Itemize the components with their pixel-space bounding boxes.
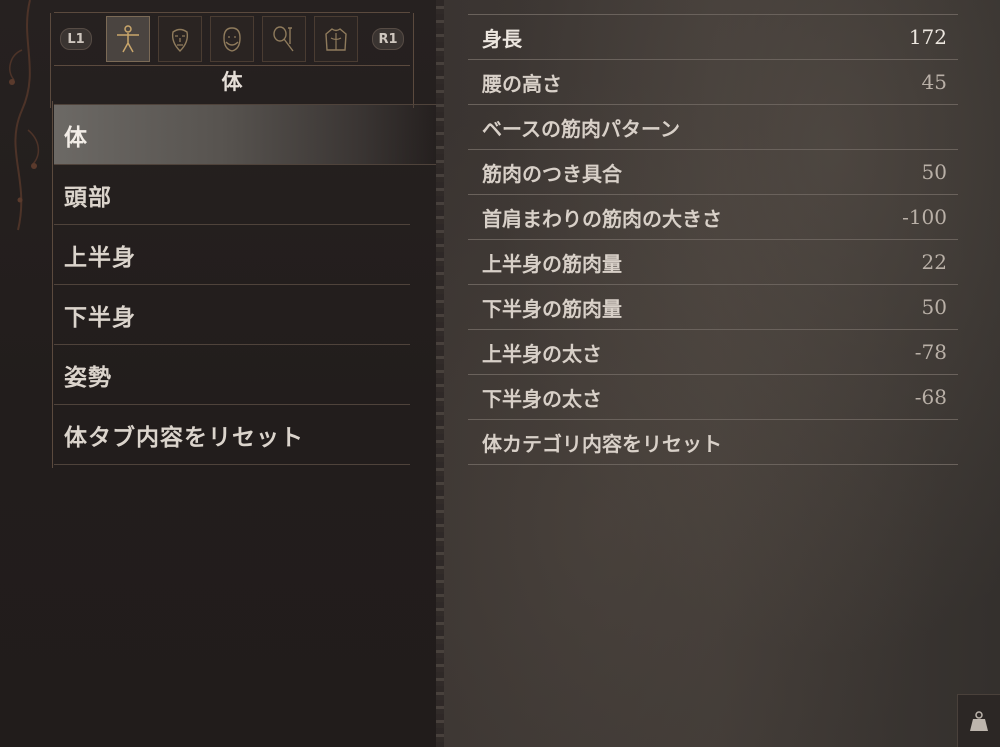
param-value: 172 [908, 25, 947, 49]
list-edge-line [52, 161, 53, 228]
param-value: -100 [902, 205, 947, 229]
torso-icon [325, 28, 347, 51]
category-item-body[interactable]: 体 [52, 101, 436, 168]
param-row-reset-category[interactable]: 体カテゴリ内容をリセット [468, 420, 958, 465]
param-value: 50 [921, 160, 947, 184]
param-row-lower-body-thickness[interactable]: 下半身の太さ -68 [468, 375, 958, 420]
param-row-waist-height[interactable]: 腰の高さ 45 [468, 60, 958, 105]
torn-paper-edge [436, 0, 444, 747]
param-name: 腰の高さ [482, 71, 562, 96]
category-title: 体 [221, 69, 243, 94]
category-label: 頭部 [64, 183, 112, 211]
param-row-height[interactable]: 身長 172 [468, 15, 958, 60]
list-edge-line [52, 101, 53, 168]
category-label: 上半身 [64, 243, 136, 271]
parameter-pane: 身長 172 腰の高さ 45 ベースの筋肉パターン 筋肉のつき具合 50 首肩ま… [436, 0, 1000, 747]
param-name: 体カテゴリ内容をリセット [482, 431, 722, 456]
list-edge-line [52, 341, 53, 408]
param-name: 上半身の筋肉量 [482, 251, 622, 276]
param-value: 50 [921, 295, 947, 319]
category-label: 下半身 [64, 303, 136, 331]
weight-icon [970, 711, 988, 731]
param-row-base-muscle-pattern[interactable]: ベースの筋肉パターン [468, 105, 958, 150]
r1-button[interactable]: R1 [372, 28, 404, 50]
param-name: 下半身の筋肉量 [482, 296, 622, 321]
param-name: 身長 [482, 26, 522, 51]
param-row-upper-body-muscle[interactable]: 上半身の筋肉量 22 [468, 240, 958, 285]
category-pane: L1 R1 体 体 頭部 上半身 下半身 姿勢 体タブ内容をリセット [0, 0, 440, 747]
param-value: 45 [921, 70, 947, 94]
tab-head[interactable] [210, 16, 254, 62]
body-figure-icon [117, 25, 139, 53]
list-edge-line [52, 401, 53, 468]
face-icon [171, 28, 189, 52]
param-name: 下半身の太さ [482, 386, 602, 411]
category-label: 体タブ内容をリセット [64, 423, 304, 451]
param-name: 上半身の太さ [482, 341, 602, 366]
category-item-reset-tab[interactable]: 体タブ内容をリセット [52, 401, 410, 468]
param-name: 首肩まわりの筋肉の大きさ [482, 206, 722, 231]
vine-ornament [9, 0, 40, 231]
list-edge-line [52, 281, 53, 348]
category-item-head[interactable]: 頭部 [52, 161, 410, 228]
tab-makeup[interactable] [262, 16, 306, 62]
makeup-tools-icon [273, 26, 294, 52]
list-edge-line [52, 221, 53, 288]
param-row-lower-body-muscle[interactable]: 下半身の筋肉量 50 [468, 285, 958, 330]
category-item-lower-body[interactable]: 下半身 [52, 281, 410, 348]
param-value: 22 [921, 250, 947, 274]
category-label: 姿勢 [64, 363, 112, 391]
category-item-posture[interactable]: 姿勢 [52, 341, 410, 408]
param-row-muscle-definition[interactable]: 筋肉のつき具合 50 [468, 150, 958, 195]
param-row-neck-shoulder-muscle[interactable]: 首肩まわりの筋肉の大きさ -100 [468, 195, 958, 240]
param-name: ベースの筋肉パターン [482, 116, 680, 141]
param-row-upper-body-thickness[interactable]: 上半身の太さ -78 [468, 330, 958, 375]
tab-face[interactable] [158, 16, 202, 62]
tab-bar: L1 R1 [50, 12, 414, 108]
tab-body[interactable] [106, 16, 150, 62]
param-value: -68 [914, 385, 947, 409]
tab-torso[interactable] [314, 16, 358, 62]
category-label: 体 [64, 123, 88, 151]
head-hair-icon [223, 27, 241, 52]
category-item-upper-body[interactable]: 上半身 [52, 221, 410, 288]
category-list: 体 頭部 上半身 下半身 姿勢 体タブ内容をリセット [52, 101, 436, 468]
l1-button[interactable]: L1 [60, 28, 92, 50]
parameter-list: 身長 172 腰の高さ 45 ベースの筋肉パターン 筋肉のつき具合 50 首肩ま… [468, 14, 958, 465]
param-value: -78 [914, 340, 947, 364]
param-name: 筋肉のつき具合 [482, 161, 622, 186]
corner-weight-button[interactable] [957, 694, 1000, 747]
